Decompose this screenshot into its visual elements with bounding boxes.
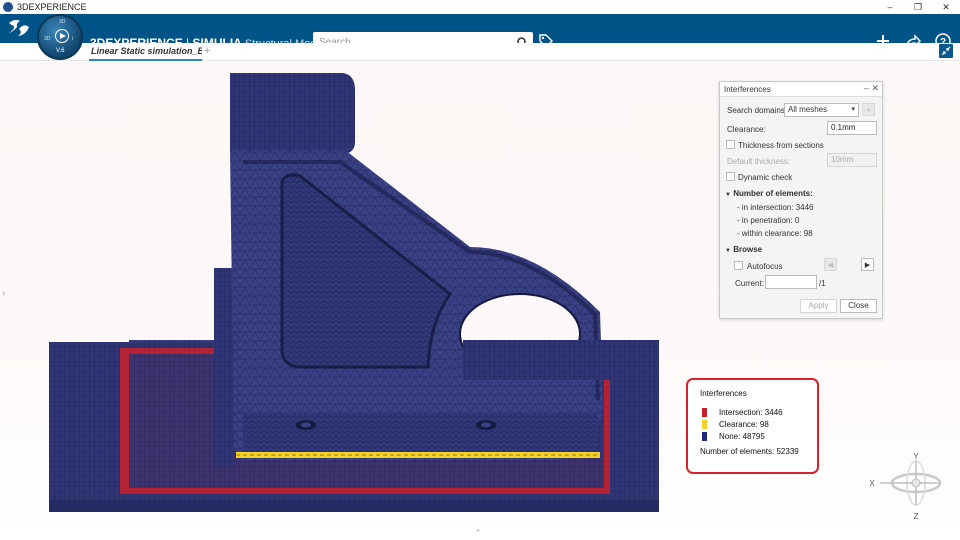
browse-header[interactable]: ▼ Browse [725, 245, 762, 254]
number-of-elements-header[interactable]: ▼ Number of elements: [725, 189, 813, 198]
panel-header: Interferences – ✕ [720, 82, 882, 97]
default-thickness-input[interactable]: 10mm [827, 153, 877, 167]
app-topbar: 3DEXPERIENCE | SIMULIA Structural Model … [0, 14, 960, 52]
minimize-button[interactable]: – [876, 0, 904, 14]
search-domains-label: Search domains: [727, 106, 788, 115]
search-domains-select[interactable]: All meshes ▾ [784, 103, 859, 117]
window-title: 3DEXPERIENCE [17, 2, 87, 12]
3ds-logo-icon[interactable] [6, 17, 32, 39]
add-tab-icon[interactable]: + [204, 45, 210, 57]
dropdown-arrow-icon: ▾ [851, 106, 855, 113]
stat-penetration: - in penetration: 0 [737, 216, 800, 225]
close-panel-icon[interactable]: ✕ [871, 83, 879, 93]
current-label: Current: [735, 279, 764, 288]
panel-title: Interferences [724, 85, 771, 94]
interference-legend: Interferences Intersection: 3446 Clearan… [686, 378, 819, 474]
collapse-icon[interactable] [939, 44, 953, 58]
clearance-input[interactable]: 0.1mm [827, 121, 877, 135]
orientation-triad[interactable]: Y X Z [868, 453, 948, 525]
window-controls: – ❐ ✕ [876, 0, 960, 14]
window-titlebar: 3DEXPERIENCE – ❐ ✕ [0, 0, 960, 14]
previous-button[interactable]: ◀ [824, 258, 837, 271]
interferences-panel: Interferences – ✕ Search domains: All me… [719, 81, 883, 319]
autofocus-checkbox[interactable] [734, 261, 743, 270]
axis-y-label: Y [913, 453, 919, 461]
expand-icon: ▼ [725, 248, 731, 254]
axis-x-label: X [869, 479, 875, 488]
thickness-from-sections-checkbox[interactable] [726, 140, 735, 149]
upper-column [230, 73, 355, 154]
panel-controls: – ✕ [864, 83, 879, 94]
legend-item-intersection: Intersection: 3446 [702, 408, 783, 417]
side-panel-expand-icon[interactable]: › [2, 288, 5, 299]
tab-bar: Linear Static simulation_Bo + [0, 43, 960, 61]
close-button[interactable]: Close [840, 299, 877, 313]
legend-total: Number of elements: 52339 [700, 447, 799, 456]
default-thickness-label: Default thickness: [727, 157, 791, 166]
stat-intersection: - in intersection: 3446 [737, 203, 814, 212]
intersection-swatch [702, 408, 707, 417]
clearance-swatch [702, 420, 707, 429]
compass-version: V.6 [56, 48, 65, 54]
compass-widget[interactable]: 3D 3D i V.6 [37, 14, 83, 60]
current-input[interactable] [765, 275, 817, 289]
legend-item-clearance: Clearance: 98 [702, 420, 769, 429]
legend-item-none: None: 48795 [702, 432, 765, 441]
dynamic-check-label: Dynamic check [738, 173, 793, 182]
restore-button[interactable]: ❐ [904, 0, 932, 14]
close-window-button[interactable]: ✕ [932, 0, 960, 14]
add-domain-button[interactable]: + [862, 103, 875, 116]
play-icon[interactable] [55, 29, 69, 43]
apply-button[interactable]: Apply [800, 299, 837, 313]
minimize-panel-icon[interactable]: – [864, 83, 869, 93]
clearance-label: Clearance: [727, 125, 766, 134]
app-icon [3, 2, 13, 12]
expand-icon: ▼ [725, 192, 731, 198]
thickness-from-sections-label: Thickness from sections [738, 141, 824, 150]
dynamic-check-checkbox[interactable] [726, 172, 735, 181]
axis-z-label: Z [914, 512, 919, 521]
next-button[interactable]: ▶ [861, 258, 874, 271]
current-total: /1 [819, 279, 826, 288]
legend-title: Interferences [700, 389, 747, 398]
stat-clearance: - within clearance: 98 [737, 229, 813, 238]
bottom-panel-expand-icon[interactable]: ⌃ [474, 528, 482, 539]
none-swatch [702, 432, 707, 441]
tab-simulation[interactable]: Linear Static simulation_Bo [89, 43, 202, 61]
autofocus-label: Autofocus [747, 262, 783, 271]
